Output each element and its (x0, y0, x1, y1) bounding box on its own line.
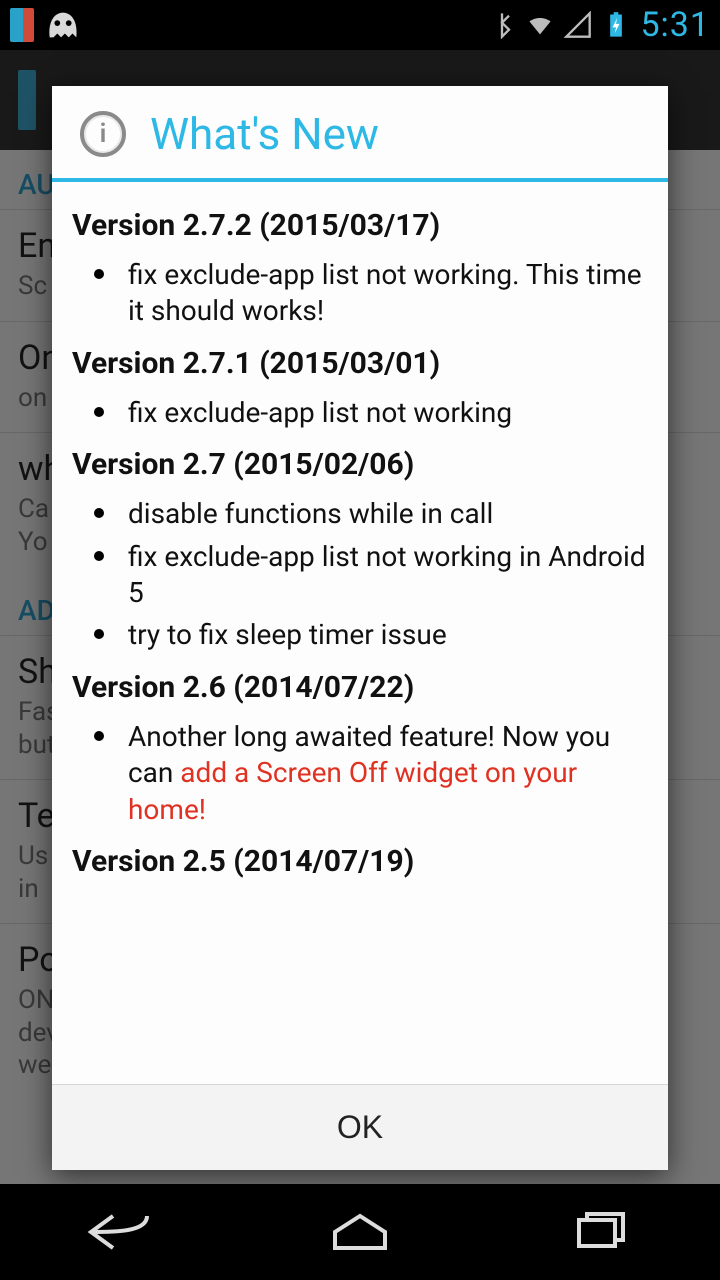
version-header: Version 2.7 (2015/02/06) (72, 445, 648, 484)
info-icon: i (80, 111, 126, 157)
changelog-item: try to fix sleep timer issue (128, 617, 648, 653)
ok-button[interactable]: OK (52, 1085, 668, 1170)
whats-new-dialog: i What's New Version 2.7.2 (2015/03/17) … (52, 86, 668, 1170)
changelog-item: disable functions while in call (128, 496, 648, 532)
version-header: Version 2.7.2 (2015/03/17) (72, 206, 648, 245)
cell-signal-icon (564, 11, 592, 39)
changelog-item: fix exclude-app list not working (128, 395, 648, 431)
version-header: Version 2.6 (2014/07/22) (72, 668, 648, 707)
dialog-title-bar: i What's New (52, 86, 668, 178)
changelog-item: fix exclude-app list not working in Andr… (128, 539, 648, 612)
changelog-item: fix exclude-app list not working. This t… (128, 257, 648, 330)
ghost-notification-icon (44, 10, 82, 40)
clock: 5:31 (640, 5, 710, 45)
changelog-item: Another long awaited feature! Now you ca… (128, 719, 648, 828)
home-button[interactable] (300, 1202, 420, 1262)
bluetooth-icon (488, 11, 516, 39)
back-button[interactable] (60, 1202, 180, 1262)
version-header: Version 2.5 (2014/07/19) (72, 842, 648, 881)
version-header: Version 2.7.1 (2015/03/01) (72, 344, 648, 383)
dialog-title: What's New (150, 108, 379, 160)
status-bar: 5:31 (0, 0, 720, 50)
highlighted-text: add a Screen Off widget on your home! (128, 756, 577, 825)
dialog-footer: OK (52, 1084, 668, 1170)
navigation-bar (0, 1184, 720, 1280)
recents-button[interactable] (540, 1202, 660, 1262)
dialog-body[interactable]: Version 2.7.2 (2015/03/17) fix exclude-a… (52, 182, 668, 1084)
battery-charging-icon (602, 11, 630, 39)
app-notification-icon (10, 8, 34, 42)
wifi-icon (526, 11, 554, 39)
